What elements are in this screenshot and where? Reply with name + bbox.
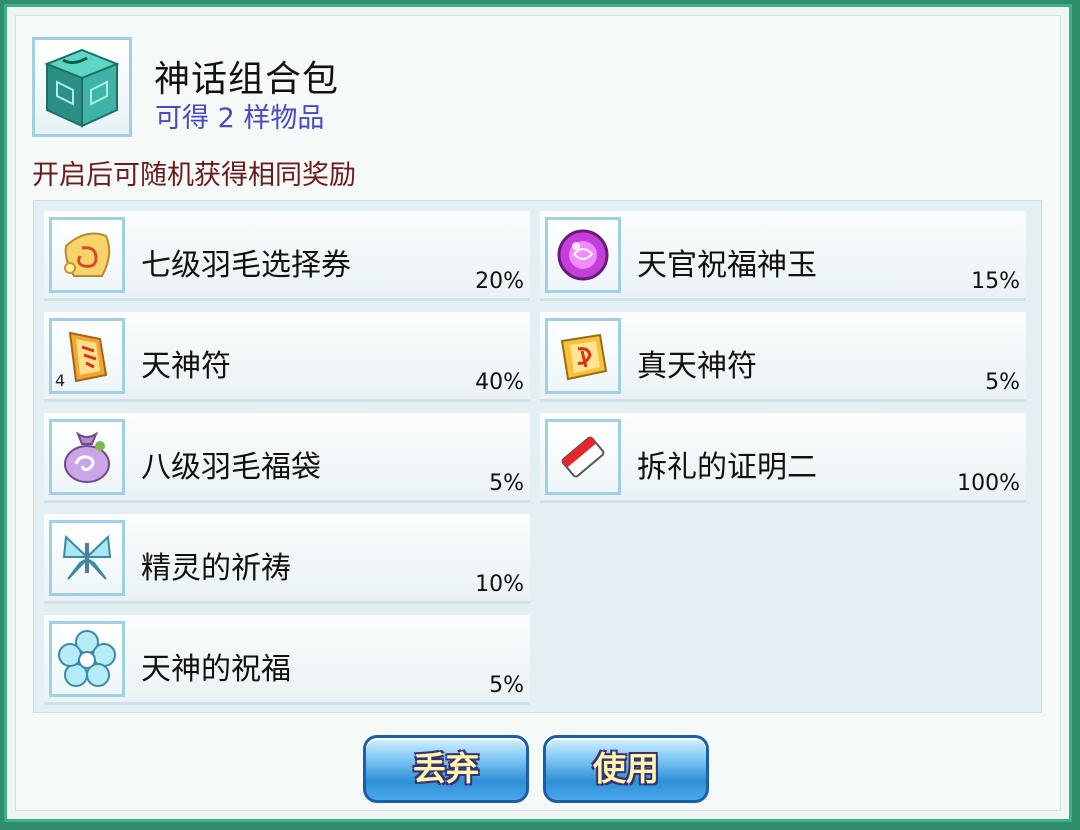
item-percent: 40% bbox=[475, 370, 524, 395]
reward-item[interactable]: 拆礼的证明二 100% bbox=[540, 413, 1026, 503]
item-percent: 5% bbox=[985, 370, 1020, 395]
bundle-title: 神话组合包 bbox=[154, 59, 340, 100]
item-slot[interactable] bbox=[545, 318, 621, 394]
use-button[interactable]: 使用 bbox=[543, 735, 709, 803]
lucky-bag-icon bbox=[64, 431, 110, 483]
reward-item[interactable]: 八级羽毛福袋 5% bbox=[44, 413, 530, 503]
reward-item[interactable]: 真天神符 5% bbox=[540, 312, 1026, 402]
item-slot[interactable] bbox=[49, 621, 125, 697]
item-name: 八级羽毛福袋 bbox=[141, 450, 321, 485]
item-name: 真天神符 bbox=[637, 349, 757, 384]
item-slot[interactable]: 4 bbox=[49, 318, 125, 394]
talisman-scroll-icon bbox=[68, 331, 108, 383]
jade-gift-box-icon bbox=[32, 37, 132, 137]
item-slot[interactable] bbox=[49, 520, 125, 596]
item-name: 天神符 bbox=[141, 349, 231, 384]
item-percent: 20% bbox=[475, 269, 524, 294]
item-slot[interactable] bbox=[49, 217, 125, 293]
reward-item[interactable]: 七级羽毛选择券 20% bbox=[44, 211, 530, 301]
reward-item[interactable]: 天官祝福神玉 15% bbox=[540, 211, 1026, 301]
item-percent: 15% bbox=[971, 269, 1020, 294]
reward-item[interactable]: 天神的祝福 5% bbox=[44, 615, 530, 705]
item-slot[interactable] bbox=[545, 419, 621, 495]
crystal-flower-icon bbox=[58, 630, 116, 687]
reward-list: 七级羽毛选择券 20% 天官祝福神玉 15% 4 天神符 40% 真天神符 5%… bbox=[33, 200, 1042, 713]
purple-jade-orb-icon bbox=[557, 229, 609, 281]
item-percent: 5% bbox=[489, 471, 524, 496]
item-slot[interactable] bbox=[49, 419, 125, 495]
item-name: 七级羽毛选择券 bbox=[141, 248, 351, 283]
item-name: 天官祝福神玉 bbox=[637, 248, 817, 283]
reward-item[interactable]: 精灵的祈祷 10% bbox=[44, 514, 530, 604]
item-name: 天神的祝福 bbox=[141, 652, 291, 687]
crystal-butterfly-icon bbox=[62, 534, 112, 580]
item-name: 拆礼的证明二 bbox=[637, 450, 817, 485]
bundle-description: 开启后可随机获得相同奖励 bbox=[32, 160, 356, 191]
item-name: 精灵的祈祷 bbox=[141, 551, 291, 586]
item-count: 4 bbox=[55, 371, 66, 390]
item-percent: 10% bbox=[475, 572, 524, 597]
item-slot[interactable] bbox=[545, 217, 621, 293]
discard-button[interactable]: 丢弃 bbox=[363, 735, 529, 803]
item-percent: 5% bbox=[489, 673, 524, 698]
feather-ticket-icon bbox=[64, 232, 111, 277]
item-percent: 100% bbox=[957, 471, 1020, 496]
bundle-subtitle: 可得 2 样物品 bbox=[155, 103, 325, 134]
reward-item[interactable]: 4 天神符 40% bbox=[44, 312, 530, 402]
red-white-ticket-icon bbox=[561, 436, 605, 478]
true-talisman-icon bbox=[560, 333, 608, 381]
